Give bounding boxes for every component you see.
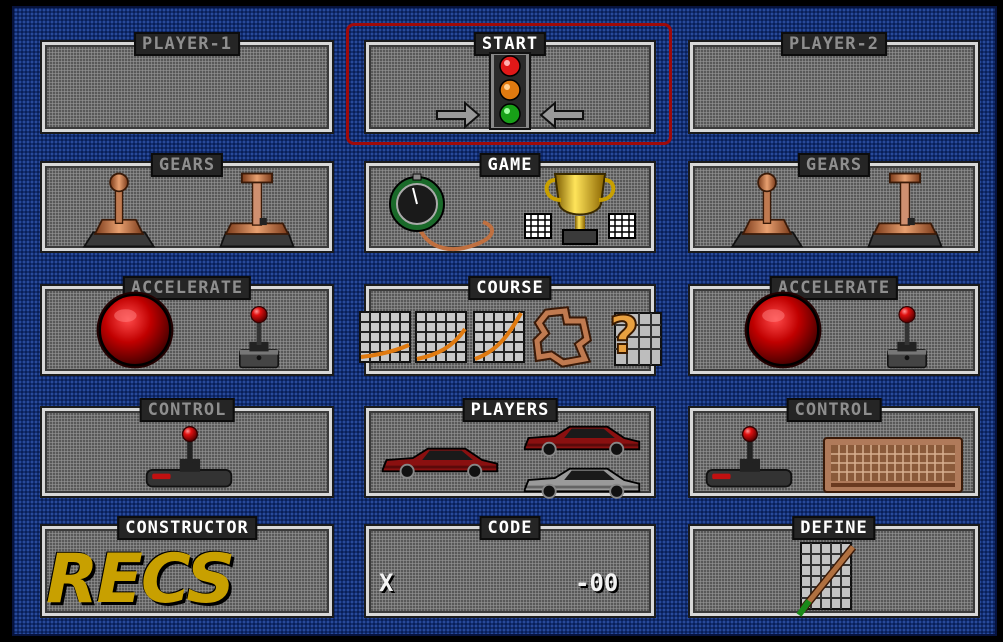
- keyboard-icon: [823, 437, 963, 493]
- car-icon: [521, 461, 643, 499]
- car-icon: [521, 419, 643, 457]
- control-right-panel[interactable]: CONTROL: [690, 398, 978, 496]
- course-panel[interactable]: COURSE ?: [366, 276, 662, 374]
- accelerate-right-panel[interactable]: ACCELERATE: [690, 276, 978, 377]
- svg-text:?: ?: [609, 306, 639, 366]
- code-panel[interactable]: CODE X -00: [366, 516, 654, 616]
- panel-title: COURSE: [468, 276, 552, 300]
- player-1-panel[interactable]: PLAYER-1: [42, 32, 332, 132]
- stopwatch-icon: [387, 173, 497, 254]
- traffic-light-icon: [435, 52, 585, 131]
- track-graph-icon: [473, 311, 525, 363]
- define-panel[interactable]: DEFINE: [690, 516, 978, 619]
- gear-lever-icon: [75, 170, 163, 250]
- code-prefix: X: [379, 569, 394, 597]
- panel-title: CONSTRUCTOR: [117, 516, 257, 540]
- joystick-icon: [235, 297, 283, 377]
- track-graph-icon: [359, 311, 411, 363]
- red-button-icon: [743, 285, 823, 375]
- players-panel[interactable]: PLAYERS: [366, 398, 654, 499]
- recs-logo: RECS: [46, 540, 235, 619]
- game-panel[interactable]: GAME: [366, 153, 654, 254]
- trophy-icon: [524, 170, 636, 250]
- grid-pencil-icon: [787, 539, 867, 619]
- control-left-panel[interactable]: CONTROL: [42, 398, 332, 496]
- question-mark-icon: ?: [608, 303, 663, 367]
- panel-title: PLAYER-2: [781, 32, 887, 56]
- panel-title: DEFINE: [792, 516, 876, 540]
- player-2-panel[interactable]: PLAYER-2: [690, 32, 978, 132]
- track-map-icon: [532, 306, 593, 368]
- panel-title: CONTROL: [139, 398, 235, 422]
- code-value: -00: [575, 569, 619, 597]
- gear-lever-icon: [861, 170, 949, 250]
- joystick-icon: [703, 423, 795, 493]
- car-icon: [379, 441, 501, 479]
- start-panel[interactable]: START: [366, 32, 654, 132]
- track-graph-icon: [415, 311, 467, 363]
- panel-title: CODE: [479, 516, 541, 540]
- panel-title: PLAYER-1: [134, 32, 240, 56]
- joystick-icon: [883, 297, 931, 377]
- gears-right-panel[interactable]: GEARS: [690, 153, 978, 251]
- gears-left-panel[interactable]: GEARS: [42, 153, 332, 251]
- panel-title: CONTROL: [786, 398, 882, 422]
- joystick-icon: [143, 423, 235, 493]
- gear-lever-icon: [213, 170, 301, 250]
- red-button-icon: [95, 285, 175, 375]
- accelerate-left-panel[interactable]: ACCELERATE: [42, 276, 332, 377]
- gear-lever-icon: [723, 170, 811, 250]
